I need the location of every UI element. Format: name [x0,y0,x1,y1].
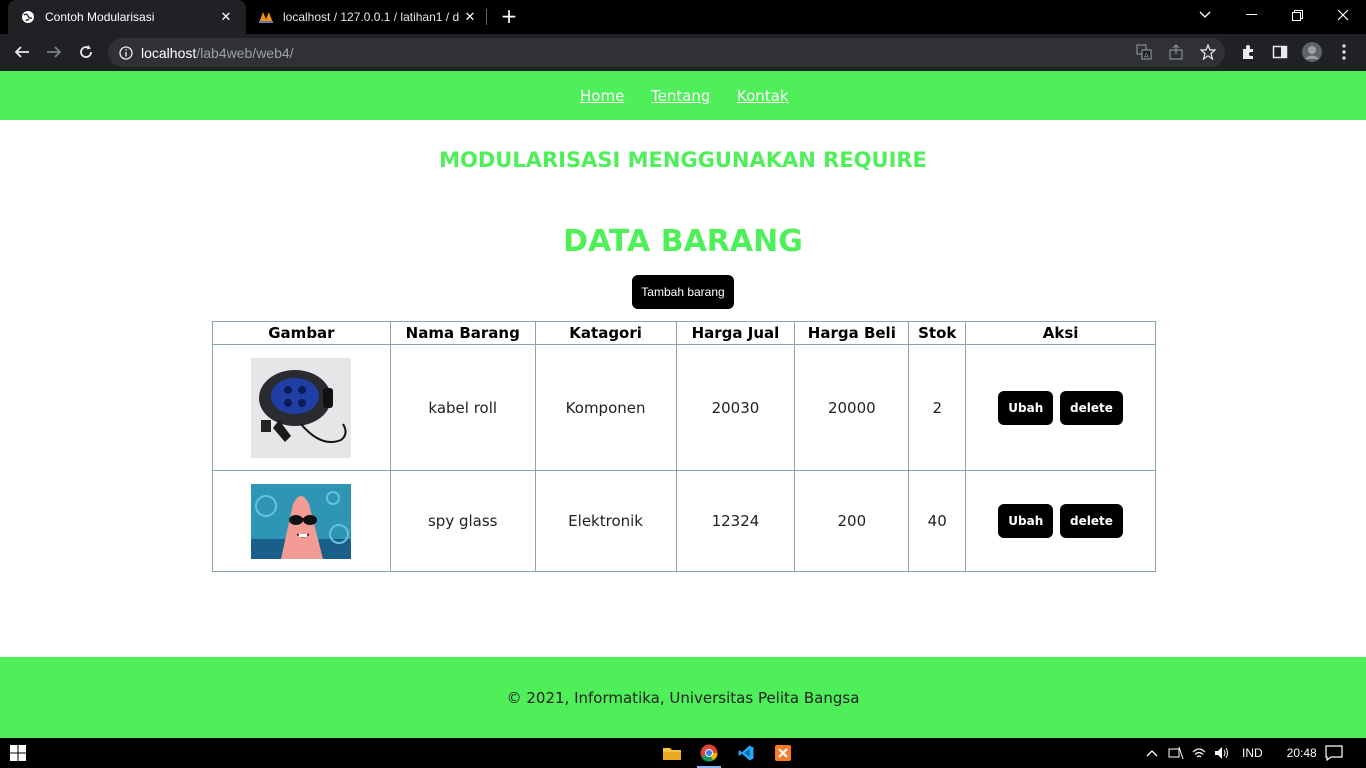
volume-icon[interactable] [1214,746,1230,760]
footer-text: © 2021, Informatika, Universitas Pelita … [506,689,860,707]
vscode-icon[interactable] [732,738,760,768]
browser-tab-strip: Contoh Modularisasi ✕ localhost / 127.0.… [0,0,1366,34]
share-icon[interactable] [1166,42,1186,62]
image-cell [212,344,391,471]
extensions-icon[interactable] [1238,42,1258,62]
edit-button[interactable]: Ubah [998,390,1054,425]
column-header: Harga Beli [794,321,910,345]
browser-toolbar: localhost/lab4web/web4/ A [0,34,1366,71]
tab-search-icon[interactable] [1182,0,1228,30]
column-header: Katagori [534,321,677,345]
svg-text:A: A [1144,52,1149,60]
network-status-icon[interactable] [1168,746,1184,760]
url-path: /lab4web/web4/ [196,44,294,61]
delete-button[interactable]: delete [1060,504,1123,538]
globe-icon [20,9,36,25]
file-explorer-icon[interactable] [658,738,686,768]
chrome-menu-icon[interactable] [1334,42,1354,62]
delete-button[interactable]: delete [1060,390,1123,425]
minimize-button[interactable] [1228,0,1274,30]
phpmyadmin-icon [258,9,274,25]
close-tab-icon[interactable]: ✕ [218,9,234,25]
windows-start-icon[interactable] [4,738,32,768]
close-tab-icon[interactable]: ✕ [462,9,478,25]
xampp-icon[interactable] [769,738,797,768]
column-header: Nama Barang [389,321,536,345]
item-name-cell: kabel roll [389,344,536,471]
chrome-taskbar-icon[interactable] [695,738,723,768]
site-navbar: Home Tentang Kontak [0,71,1366,120]
cable-reel-image [251,357,352,458]
item-stock-cell: 40 [908,470,967,572]
reload-icon[interactable] [73,39,99,65]
site-info-icon[interactable] [119,45,133,60]
show-hidden-icons-icon[interactable] [1146,749,1158,757]
nav-link-home[interactable]: Home [580,87,624,105]
edit-button[interactable]: Ubah [998,504,1054,538]
forward-icon[interactable] [41,39,67,65]
add-item-button[interactable]: Tambah barang [632,275,734,309]
tab-contoh-modularisasi[interactable]: Contoh Modularisasi ✕ [8,0,246,34]
wifi-icon[interactable] [1192,747,1206,759]
page-title: DATA BARANG [563,224,803,259]
nav-link-kontak[interactable]: Kontak [737,87,789,105]
tab-separator [486,9,487,25]
restore-button[interactable] [1274,0,1320,30]
input-language[interactable]: IND [1242,746,1263,760]
column-header: Harga Jual [675,321,796,345]
address-bar[interactable]: localhost/lab4web/web4/ [108,38,1225,67]
item-buy-price-cell: 200 [794,470,910,572]
item-actions-cell: Ubah delete [965,470,1156,572]
notification-center-icon[interactable] [1320,738,1348,768]
patrick-star-image [251,483,352,559]
item-buy-price-cell: 20000 [794,344,910,471]
tab-phpmyadmin[interactable]: localhost / 127.0.0.1 / latihan1 / d ✕ [248,0,488,34]
nav-link-tentang[interactable]: Tentang [651,87,710,105]
bookmark-star-icon[interactable] [1198,42,1218,62]
tab-title: localhost / 127.0.0.1 / latihan1 / d [283,10,460,24]
new-tab-button[interactable]: + [498,6,520,28]
column-header: Aksi [965,321,1156,345]
side-panel-icon[interactable] [1270,42,1290,62]
item-sell-price-cell: 12324 [675,470,796,572]
url-host: localhost [141,44,197,61]
column-header: Stok [908,321,967,345]
table-row: spy glass Elektronik 12324 200 40 Ubah d… [212,470,1156,572]
item-stock-cell: 2 [908,344,967,471]
column-header: Gambar [212,321,391,345]
close-window-button[interactable] [1320,0,1366,30]
item-sell-price-cell: 20030 [675,344,796,471]
page-subtitle: MODULARISASI MENGGUNAKAN REQUIRE [439,148,927,172]
windows-taskbar: IND 20:48 [0,738,1366,768]
items-table: Gambar Nama Barang Katagori Harga Jual H… [212,321,1156,572]
item-category-cell: Elektronik [534,470,677,572]
image-cell [212,470,391,572]
item-name-cell: spy glass [389,470,536,572]
item-category-cell: Komponen [534,344,677,471]
translate-icon[interactable]: A [1134,42,1154,62]
profile-avatar-icon[interactable] [1302,42,1322,62]
site-footer: © 2021, Informatika, Universitas Pelita … [0,657,1366,738]
system-tray: IND 20:48 [1146,738,1317,768]
back-icon[interactable] [9,39,35,65]
table-row: kabel roll Komponen 20030 20000 2 Ubah d… [212,344,1156,471]
clock[interactable]: 20:48 [1287,746,1317,760]
item-actions-cell: Ubah delete [965,344,1156,471]
tab-title: Contoh Modularisasi [45,10,155,24]
table-header-row: Gambar Nama Barang Katagori Harga Jual H… [212,321,1156,345]
